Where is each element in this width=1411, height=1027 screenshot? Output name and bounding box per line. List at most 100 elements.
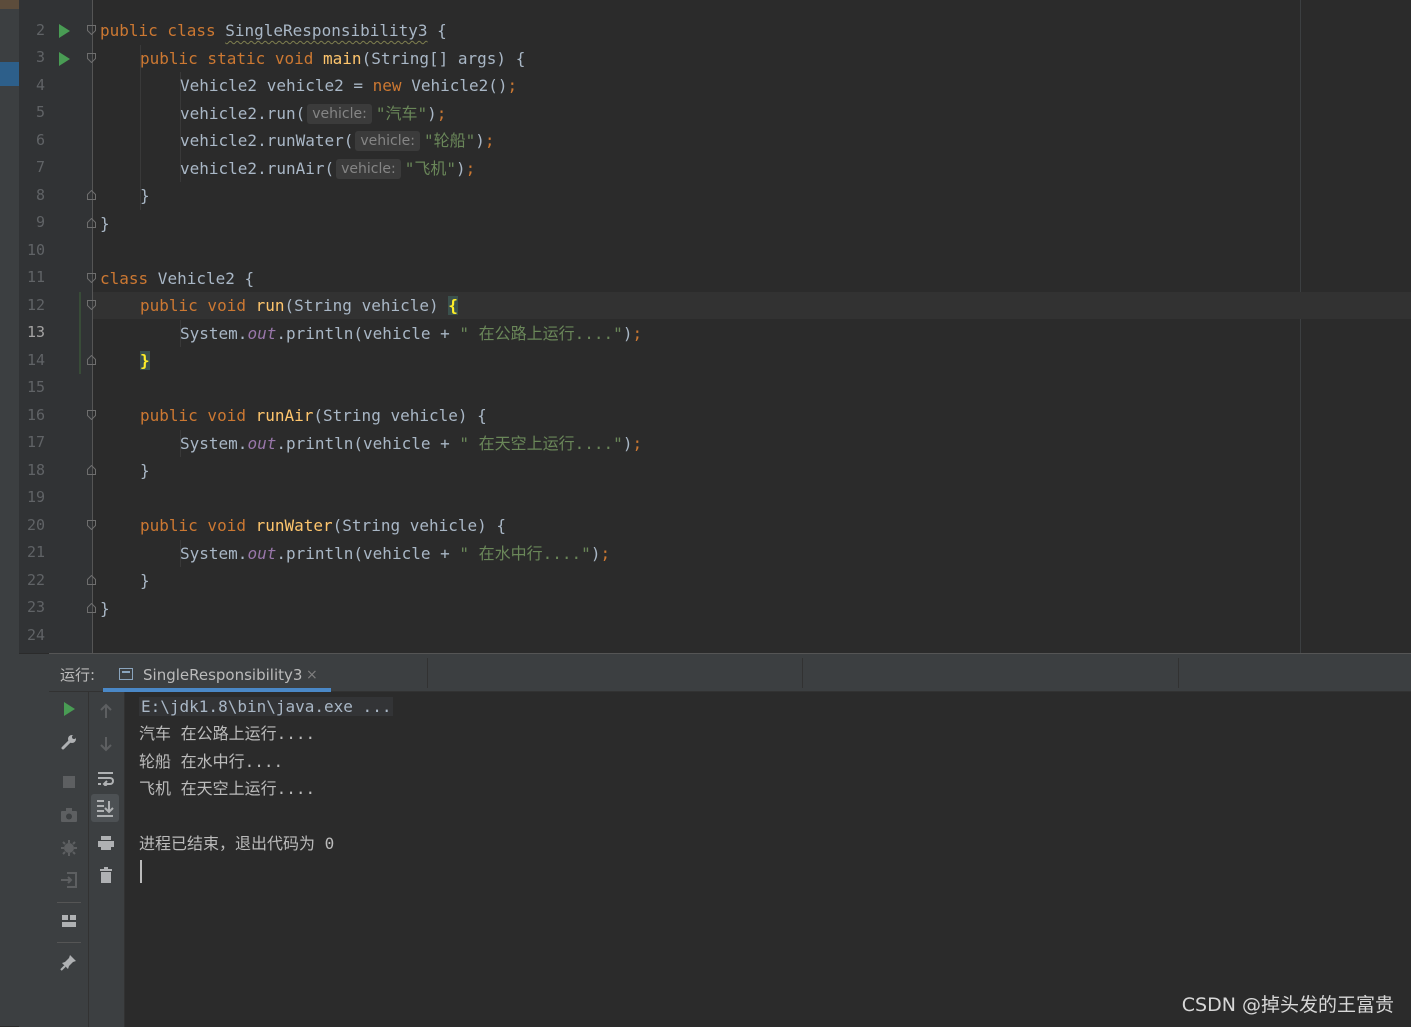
code-line[interactable]: 24 } [19, 595, 1411, 644]
code-text: public void run(String vehicle) { [140, 292, 458, 319]
fold-end-icon[interactable] [87, 190, 96, 200]
code-line[interactable]: 14 System.out.println(vehicle + " 在公路上运行… [19, 320, 1411, 369]
code-line[interactable]: 23 } [19, 567, 1411, 616]
console-line: 汽车 在公路上运行.... [139, 724, 316, 743]
camera-icon[interactable] [58, 804, 80, 826]
code-token: vehicle2.runWater( [180, 131, 354, 150]
code-token: .println(vehicle + [276, 544, 460, 563]
code-line[interactable]: 15 } [19, 347, 1411, 396]
code-text: class Vehicle2 { [100, 265, 254, 292]
code-line[interactable]: 3 public class SingleResponsibility3 { [19, 17, 1411, 66]
code-line[interactable]: 10 } [19, 210, 1411, 259]
code-text: } [100, 599, 110, 618]
console-command[interactable]: E:\jdk1.8\bin\java.exe ... [139, 697, 394, 716]
fold-icon[interactable] [87, 25, 96, 35]
run-tool-window: 运行: SingleResponsibility3 × E:\jdk1.8\bi… [19, 653, 1411, 1027]
arrow-down-icon[interactable] [95, 733, 117, 755]
run-tab[interactable]: SingleResponsibility3 × [103, 654, 331, 692]
fold-end-icon[interactable] [87, 575, 96, 585]
debug-settings-icon[interactable] [58, 837, 80, 859]
code-text: public class SingleResponsibility3 { [100, 17, 447, 44]
fold-icon[interactable] [87, 410, 96, 420]
wrench-icon[interactable] [58, 731, 80, 753]
console-line: 进程已结束，退出代码为 0 [139, 834, 335, 853]
layout-icon[interactable] [58, 910, 80, 932]
arrow-up-icon[interactable] [95, 700, 117, 722]
console-line: E:\jdk1.8\bin\java.exe ... [139, 693, 394, 720]
stop-icon[interactable] [58, 771, 80, 793]
code-line[interactable]: 16 [19, 375, 1411, 424]
code-line[interactable]: 19 } [19, 457, 1411, 506]
code-line[interactable]: 7 vehicle2.runWater(vehicle: "轮船"); [19, 127, 1411, 176]
print-icon[interactable] [95, 832, 117, 854]
semicolon-token: ; [465, 159, 476, 178]
console-line: 轮船 在水中行.... [139, 752, 284, 771]
code-line[interactable]: 18 System.out.println(vehicle + " 在天空上运行… [19, 430, 1411, 479]
pin-icon[interactable] [58, 951, 80, 973]
code-line-current[interactable]: 13 public void run(String vehicle) { [19, 292, 1411, 341]
matched-brace: { [448, 296, 458, 315]
code-text: vehicle2.run(vehicle: "汽车"); [180, 100, 446, 127]
fold-end-icon[interactable] [87, 465, 96, 475]
string-token: " 在天空上运行...." [459, 434, 623, 453]
code-line[interactable]: 4 public static void main(String[] args)… [19, 45, 1411, 94]
code-line[interactable]: 8 vehicle2.runAir(vehicle: "飞机"); [19, 155, 1411, 204]
code-token: ) [475, 131, 485, 150]
semicolon-token: ; [632, 324, 643, 343]
code-token: vehicle2.run( [180, 104, 306, 123]
code-line[interactable]: 6 vehicle2.run(vehicle: "汽车"); [19, 100, 1411, 149]
code-line[interactable]: 17 public void runAir(String vehicle) { [19, 402, 1411, 451]
fold-end-icon[interactable] [87, 218, 96, 228]
fold-icon[interactable] [87, 273, 96, 283]
code-token: ) [590, 544, 601, 563]
code-text: Vehicle2 vehicle2 = new Vehicle2(); [180, 72, 517, 99]
scroll-mark-orange [0, 0, 19, 9]
code-line[interactable]: 21 public void runWater(String vehicle) … [19, 512, 1411, 561]
run-main-icon[interactable] [59, 52, 70, 66]
header-separator [802, 658, 803, 688]
ide-left-strip [0, 0, 19, 1026]
scroll-mark-blue [0, 62, 19, 86]
code-token: (String vehicle) [284, 296, 449, 315]
fold-icon[interactable] [87, 53, 96, 63]
code-editor[interactable]: 2 3 public class SingleResponsibility3 {… [19, 0, 1411, 653]
trash-icon[interactable] [95, 864, 117, 886]
soft-wrap-icon[interactable] [95, 767, 117, 789]
code-token: Vehicle2() [401, 76, 508, 95]
semicolon-token: ; [600, 544, 611, 563]
keyword-token: public void [140, 406, 256, 425]
fold-end-icon[interactable] [87, 355, 96, 365]
parameter-hint: vehicle: [355, 131, 420, 151]
code-text: vehicle2.runAir(vehicle: "飞机"); [180, 155, 475, 182]
code-text: } [140, 461, 150, 480]
code-line[interactable]: 12 class Vehicle2 { [19, 265, 1411, 314]
code-line[interactable]: 20 [19, 485, 1411, 534]
tool-window-stripe [19, 654, 49, 1027]
code-text: } [140, 571, 150, 590]
code-text: } [140, 347, 150, 374]
code-line[interactable]: 5 Vehicle2 vehicle2 = new Vehicle2(); [19, 72, 1411, 121]
code-token: ) [622, 324, 633, 343]
fold-icon[interactable] [87, 300, 96, 310]
code-line[interactable]: 2 [19, 0, 1411, 39]
method-name-token: main [323, 49, 362, 68]
keyword-token: public void [140, 296, 256, 315]
run-class-icon[interactable] [59, 24, 70, 38]
code-line[interactable]: 22 System.out.println(vehicle + " 在水中行..… [19, 540, 1411, 589]
code-text: System.out.println(vehicle + " 在天空上运行...… [180, 430, 642, 457]
rerun-icon[interactable] [58, 698, 80, 720]
code-token: (String[] args) { [361, 49, 526, 68]
code-text: vehicle2.runWater(vehicle: "轮船"); [180, 127, 495, 154]
code-line[interactable]: 11 [19, 237, 1411, 286]
field-token: out [247, 544, 277, 563]
fold-icon[interactable] [87, 520, 96, 530]
fold-end-icon[interactable] [87, 603, 96, 613]
code-line[interactable]: 9 } [19, 182, 1411, 231]
keyword-token: public class [100, 21, 226, 40]
keyword-token: public static void [140, 49, 324, 68]
scroll-to-end-icon[interactable] [91, 794, 119, 822]
parameter-hint: vehicle: [336, 159, 401, 179]
exit-icon[interactable] [58, 869, 80, 891]
console-output[interactable]: E:\jdk1.8\bin\java.exe ... 汽车 在公路上运行....… [125, 692, 1411, 1027]
matched-brace: } [140, 351, 150, 370]
